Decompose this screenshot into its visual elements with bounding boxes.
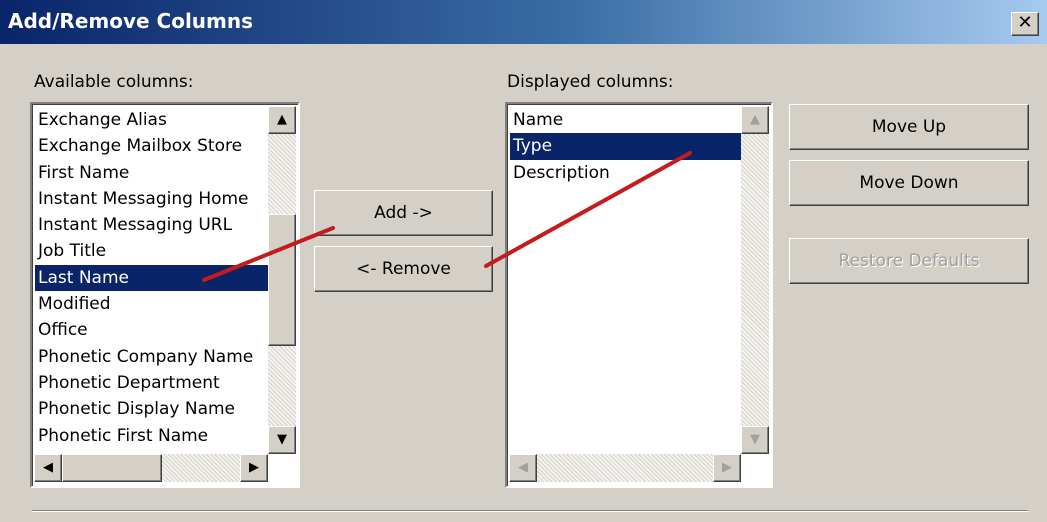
bottom-divider	[32, 510, 1028, 512]
annotation-line-remove	[484, 151, 692, 268]
annotation-line-add	[202, 226, 335, 282]
annotation-overlay	[202, 151, 692, 282]
